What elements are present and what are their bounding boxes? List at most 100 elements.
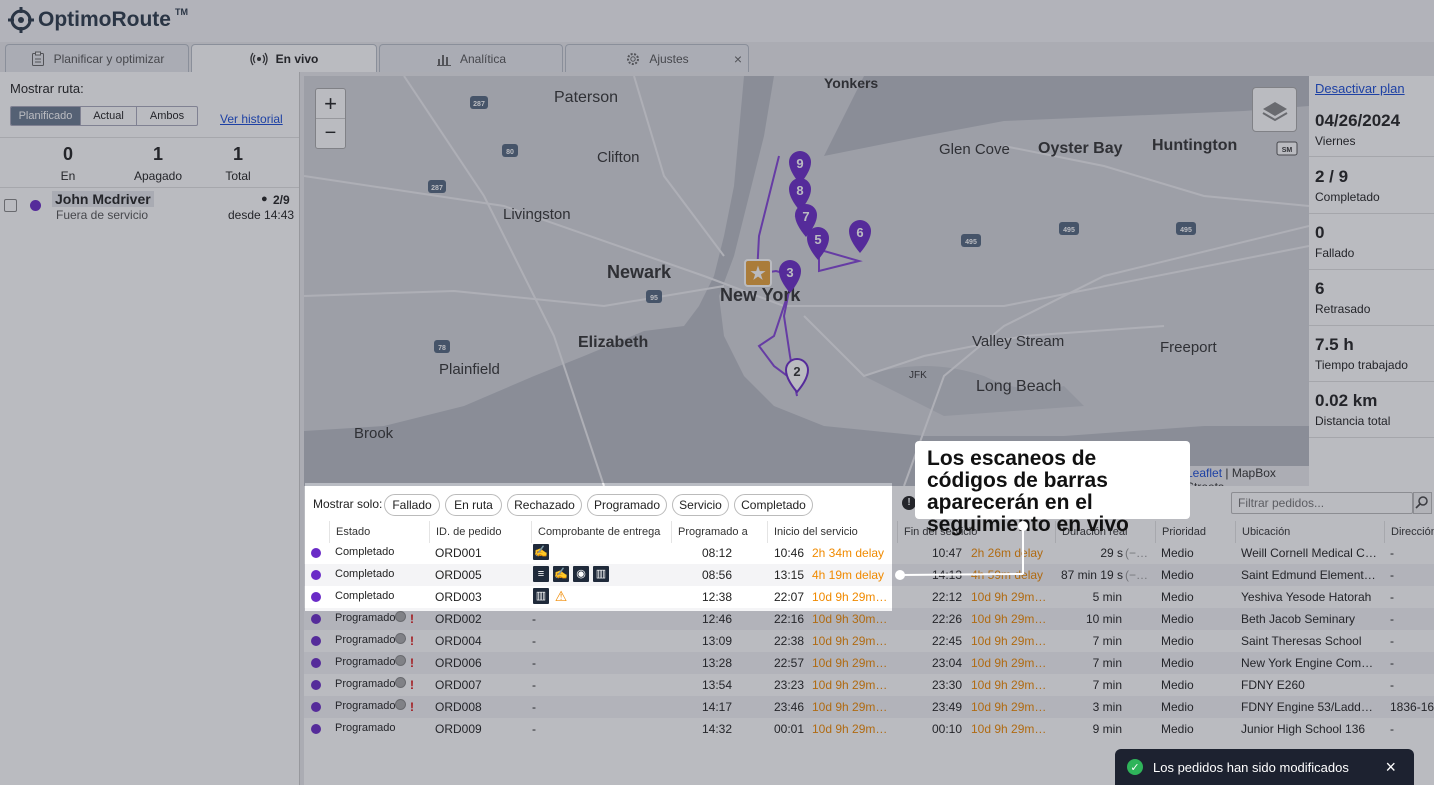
col-programado[interactable]: Programado a bbox=[671, 521, 767, 543]
summary-value: 2 / 9 bbox=[1315, 167, 1349, 186]
bar-chart-icon bbox=[436, 54, 451, 66]
driver-count: 2/9 bbox=[273, 193, 290, 207]
signature-icon[interactable]: ✍ bbox=[533, 544, 549, 560]
filter-fallado[interactable]: Fallado bbox=[384, 494, 440, 516]
alert-icon: ! bbox=[410, 612, 414, 626]
tab-ajustes[interactable]: Ajustes × bbox=[565, 44, 749, 72]
filter-en-ruta[interactable]: En ruta bbox=[445, 494, 502, 516]
table-row[interactable]: Programado! ORD002 - 12:46 22:16 10d 9h 30m… 2… bbox=[304, 608, 1434, 630]
order-search-input[interactable] bbox=[1231, 492, 1413, 514]
zoom-in-button[interactable]: + bbox=[316, 89, 345, 119]
order-id[interactable]: ORD004 bbox=[435, 634, 482, 648]
svg-text:7: 7 bbox=[802, 209, 809, 224]
order-status: Programado bbox=[335, 700, 396, 712]
table-row[interactable]: Programado! ORD006 - 13:28 22:57 10d 9h 29m… 2… bbox=[304, 652, 1434, 674]
segment-ambos[interactable]: Ambos bbox=[137, 107, 197, 125]
info-icon[interactable]: ! bbox=[902, 496, 916, 510]
order-id[interactable]: ORD001 bbox=[435, 546, 482, 560]
close-icon[interactable]: × bbox=[1385, 757, 1396, 778]
broadcast-icon bbox=[250, 52, 268, 65]
table-row[interactable]: Programado! ORD004 - 13:09 22:38 10d 9h 29m… 2… bbox=[304, 630, 1434, 652]
scheduled-time: 13:09 bbox=[702, 634, 733, 648]
end-delay: 10d 9h 29m… bbox=[971, 656, 1047, 670]
signature-icon[interactable]: ✍ bbox=[553, 566, 569, 582]
table-row[interactable]: Programado ORD009 - 14:32 00:01 10d 9h 29m… 00… bbox=[304, 718, 1434, 740]
summary-label: Tiempo trabajado bbox=[1315, 358, 1408, 372]
order-id[interactable]: ORD007 bbox=[435, 678, 482, 692]
segment-planificado[interactable]: Planificado bbox=[11, 107, 81, 125]
scheduled-time: 08:56 bbox=[702, 568, 733, 582]
search-button[interactable] bbox=[1413, 492, 1432, 514]
start-delay: 10d 9h 29m… bbox=[812, 590, 888, 604]
svg-text:495: 495 bbox=[965, 239, 977, 246]
history-link[interactable]: Ver historial bbox=[220, 112, 283, 126]
order-id[interactable]: ORD002 bbox=[435, 612, 482, 626]
table-row[interactable]: Completado ORD005 ≡ ✍ ◉ ▥ 08:56 13:15 4h 19m del… bbox=[304, 564, 1434, 586]
order-id[interactable]: ORD009 bbox=[435, 722, 482, 736]
show-route-label: Mostrar ruta: bbox=[10, 81, 84, 96]
map-canvas: 287 80 287 95 78 495 495 495 SM Yonkers … bbox=[304, 76, 1309, 486]
plan-date: 04/26/2024 bbox=[1315, 111, 1401, 130]
scheduled-time: 12:38 bbox=[702, 590, 733, 604]
table-row[interactable]: Completado ORD003 ▥ ⚠ 12:38 22:07 10d 9h 29m… 2… bbox=[304, 586, 1434, 608]
actual-duration: 7 min bbox=[1092, 634, 1122, 648]
close-icon[interactable]: × bbox=[734, 51, 742, 67]
alert-icon: ! bbox=[410, 656, 414, 670]
segment-actual[interactable]: Actual bbox=[81, 107, 137, 125]
col-inicio[interactable]: Inicio del servicio bbox=[767, 521, 897, 543]
order-id[interactable]: ORD005 bbox=[435, 568, 482, 582]
svg-text:Newark: Newark bbox=[607, 262, 672, 282]
tab-planificar[interactable]: Planificar y optimizar bbox=[5, 44, 189, 72]
logo[interactable]: OptimoRoute TM bbox=[8, 7, 188, 33]
address: - bbox=[1390, 546, 1394, 560]
table-row[interactable]: Programado! ORD007 - 13:54 23:23 10d 9h 29m… 2… bbox=[304, 674, 1434, 696]
zoom-out-button[interactable]: − bbox=[316, 119, 345, 149]
note-icon[interactable]: ≡ bbox=[533, 566, 549, 582]
filter-rechazado[interactable]: Rechazado bbox=[507, 494, 582, 516]
filter-servicio[interactable]: Servicio bbox=[672, 494, 729, 516]
priority: Medio bbox=[1161, 590, 1194, 604]
order-id[interactable]: ORD008 bbox=[435, 700, 482, 714]
deactivate-plan-link[interactable]: Desactivar plan bbox=[1315, 81, 1405, 96]
table-row[interactable]: Completado ORD001 ✍ 08:12 10:46 2h 34m delay 1… bbox=[304, 542, 1434, 564]
summary-label: Completado bbox=[1315, 190, 1380, 204]
filter-programado[interactable]: Programado bbox=[587, 494, 667, 516]
stat-label: Apagado bbox=[133, 169, 183, 183]
tab-en-vivo[interactable]: En vivo bbox=[191, 44, 377, 72]
layers-button[interactable] bbox=[1252, 87, 1297, 132]
svg-text:287: 287 bbox=[473, 101, 485, 108]
col-prioridad[interactable]: Prioridad bbox=[1155, 521, 1235, 543]
col-direccion[interactable]: Dirección bbox=[1384, 521, 1434, 543]
col-id[interactable]: ID. de pedido bbox=[429, 521, 531, 543]
end-delay: 10d 9h 29m… bbox=[971, 634, 1047, 648]
barcode-icon[interactable]: ▥ bbox=[533, 588, 549, 604]
order-status: Programado bbox=[335, 612, 396, 624]
top-bar: OptimoRoute TM bbox=[0, 0, 1434, 42]
pin-icon: ● bbox=[261, 193, 268, 205]
callout-pointer bbox=[895, 521, 1028, 580]
driver-checkbox[interactable] bbox=[4, 199, 17, 212]
tab-analitica[interactable]: Analítica bbox=[379, 44, 563, 72]
col-estado[interactable]: Estado bbox=[329, 521, 429, 543]
start-time: 23:46 bbox=[774, 700, 805, 714]
order-status: Programado bbox=[335, 656, 396, 668]
end-time: 22:26 bbox=[932, 612, 963, 626]
start-time: 22:38 bbox=[774, 634, 805, 648]
barcode-icon[interactable]: ▥ bbox=[593, 566, 609, 582]
warning-icon[interactable]: ⚠ bbox=[553, 588, 569, 604]
address: 1836-16 bbox=[1390, 700, 1434, 714]
camera-icon[interactable]: ◉ bbox=[573, 566, 589, 582]
svg-text:JFK: JFK bbox=[909, 370, 927, 381]
col-ubicacion[interactable]: Ubicación bbox=[1235, 521, 1384, 543]
notification-toast: ✓ Los pedidos han sido modificados × bbox=[1115, 749, 1414, 785]
driver-row[interactable]: John Mcdriver Fuera de servicio ● 2/9 de… bbox=[0, 189, 299, 225]
order-id[interactable]: ORD003 bbox=[435, 590, 482, 604]
map[interactable]: 287 80 287 95 78 495 495 495 SM Yonkers … bbox=[304, 76, 1309, 486]
filter-completado[interactable]: Completado bbox=[734, 494, 813, 516]
col-comprobante[interactable]: Comprobante de entrega bbox=[531, 521, 671, 543]
leaflet-link[interactable]: Leaflet bbox=[1186, 466, 1222, 480]
proof-empty: - bbox=[532, 678, 536, 692]
actual-duration: 7 min bbox=[1092, 678, 1122, 692]
table-row[interactable]: Programado! ORD008 - 14:17 23:46 10d 9h 29m… 2… bbox=[304, 696, 1434, 718]
order-id[interactable]: ORD006 bbox=[435, 656, 482, 670]
